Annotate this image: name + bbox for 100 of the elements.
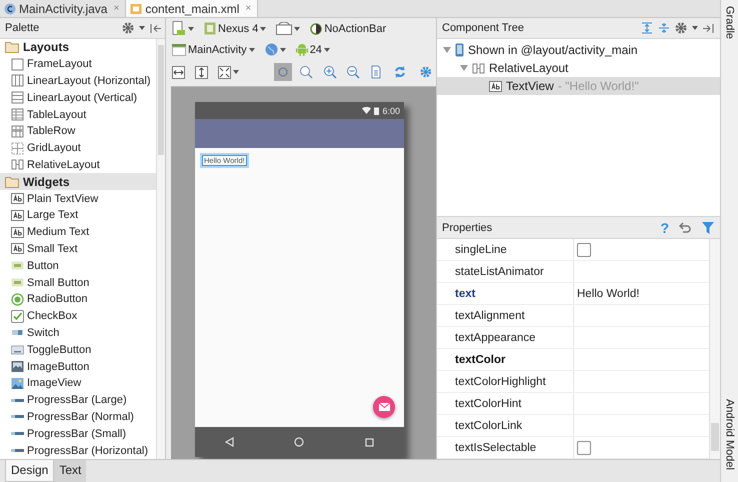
palette-item[interactable]: LinearLayout (Vertical) — [0, 89, 156, 106]
window-icon — [172, 44, 186, 56]
button-icon — [11, 259, 24, 272]
locale-button[interactable] — [262, 42, 288, 57]
palette-item[interactable]: Small Text — [0, 240, 156, 258]
palette-group[interactable]: Layouts — [0, 39, 156, 56]
text-view-icon — [489, 80, 502, 93]
zoom-in-icon — [322, 65, 337, 79]
device-icon — [172, 21, 186, 36]
palette-item[interactable]: Button — [0, 257, 156, 274]
panel-title: Palette — [5, 22, 40, 34]
toggle-button-icon — [11, 343, 24, 356]
orientation-button[interactable] — [274, 21, 302, 36]
editor-tab[interactable]: content_main.xml × — [126, 0, 258, 17]
editor-mode-tab[interactable]: Design — [5, 460, 54, 482]
palette-item[interactable]: TableRow — [0, 122, 156, 140]
palette-item[interactable]: Small Button — [0, 274, 156, 291]
fit-width-button[interactable] — [170, 64, 187, 80]
tool-window-button[interactable]: Android Model — [724, 397, 736, 472]
palette-item[interactable]: ProgressBar (Normal) — [0, 408, 156, 426]
recents-icon[interactable] — [364, 438, 374, 446]
filter-icon[interactable] — [702, 222, 714, 234]
text-view-icon — [11, 192, 24, 206]
settings-icon[interactable] — [122, 22, 134, 34]
columns-icon — [11, 74, 24, 88]
tool-window-button[interactable]: Gradle — [724, 4, 736, 42]
zoom-tool-button[interactable] — [298, 63, 315, 81]
palette-item[interactable]: FrameLayout — [0, 56, 156, 73]
back-icon[interactable] — [225, 437, 234, 447]
phone-icon — [455, 43, 464, 58]
activity-dropdown[interactable]: MainActivity — [170, 42, 257, 56]
palette-item[interactable]: ProgressBar (Small) — [0, 425, 156, 442]
property-name: textIsSelectable — [437, 437, 574, 458]
palette-item[interactable]: ImageView — [0, 374, 156, 392]
palette-item[interactable]: Medium Text — [0, 224, 156, 241]
panel-title: Properties — [442, 222, 492, 234]
checkbox[interactable] — [577, 440, 591, 454]
palette-item[interactable]: ImageButton — [0, 358, 156, 375]
relative-layout-icon — [11, 158, 24, 172]
status-time: 6:00 — [382, 106, 400, 116]
expand-icon — [218, 66, 231, 78]
palette-group[interactable]: Widgets — [0, 173, 156, 190]
checkbox-icon — [11, 310, 24, 323]
folder-icon — [5, 41, 19, 54]
device-dropdown[interactable]: Nexus 4 — [202, 21, 268, 36]
palette-item[interactable]: Large Text — [0, 206, 156, 224]
property-name: textColorLink — [437, 415, 574, 436]
caret-icon — [233, 70, 239, 74]
tree-item-label: RelativeLayout — [489, 61, 568, 76]
palette-item[interactable]: ProgressBar (Horizontal) — [0, 442, 156, 459]
button-icon — [11, 276, 24, 290]
api-level-dropdown[interactable]: 24 — [294, 42, 332, 57]
tree-row[interactable]: RelativeLayout — [437, 59, 720, 78]
palette-item[interactable]: LinearLayout (Horizontal) — [0, 72, 156, 90]
zoom-tool-button[interactable] — [344, 63, 362, 81]
tree-row[interactable]: Shown in @layout/activity_main — [437, 41, 720, 60]
floating-action-button[interactable] — [373, 396, 395, 418]
expand-all-icon[interactable] — [641, 22, 653, 34]
checkbox[interactable] — [577, 242, 591, 256]
square-icon — [11, 58, 24, 71]
resize-button[interactable] — [216, 64, 241, 80]
pin-icon[interactable] — [150, 22, 161, 34]
settings-icon[interactable] — [420, 66, 432, 78]
collapse-all-icon[interactable] — [658, 22, 670, 34]
home-icon[interactable] — [294, 437, 304, 447]
property-name: textAlignment — [437, 305, 574, 326]
text-view-icon — [11, 226, 24, 239]
fit-height-button[interactable] — [193, 64, 210, 80]
circle-icon — [276, 65, 290, 79]
mail-icon — [378, 403, 390, 411]
caret-icon — [324, 48, 330, 52]
palette-item[interactable]: Plain TextView — [0, 190, 156, 207]
expand-arrow-icon[interactable] — [443, 46, 451, 54]
device-menu-button[interactable] — [170, 20, 196, 37]
palette-item[interactable]: TableLayout — [0, 106, 156, 123]
editor-mode-tab[interactable]: Text — [54, 460, 86, 482]
palette-item[interactable]: ToggleButton — [0, 341, 156, 358]
property-value[interactable]: Hello World! — [577, 288, 640, 300]
scrollbar[interactable] — [156, 39, 165, 459]
palette-item[interactable]: CheckBox — [0, 308, 156, 325]
property-name: textColorHint — [437, 393, 574, 414]
caret-icon — [248, 48, 255, 52]
undo-icon[interactable] — [679, 222, 692, 233]
settings-icon[interactable] — [675, 22, 687, 34]
palette-item[interactable]: RadioButton — [0, 290, 156, 308]
property-name: stateListAnimator — [437, 261, 574, 282]
image-icon — [11, 376, 24, 390]
palette-item[interactable]: GridLayout — [0, 140, 156, 157]
arrows-icon — [172, 66, 185, 78]
palette-item[interactable]: Switch — [0, 324, 156, 342]
scrollbar[interactable] — [709, 239, 720, 459]
theme-button[interactable]: NoActionBar — [308, 22, 388, 36]
property-name: textColor — [437, 349, 574, 370]
palette-item[interactable]: ProgressBar (Large) — [0, 392, 156, 409]
class-icon — [4, 2, 16, 14]
tree-item-label: Shown in @layout/activity_main — [468, 43, 638, 58]
tree-row[interactable]: TextView - "Hello World!" — [437, 77, 720, 96]
palette-item[interactable]: RelativeLayout — [0, 156, 156, 174]
hide-panel-icon[interactable] — [703, 22, 714, 34]
expand-arrow-icon[interactable] — [460, 64, 468, 72]
